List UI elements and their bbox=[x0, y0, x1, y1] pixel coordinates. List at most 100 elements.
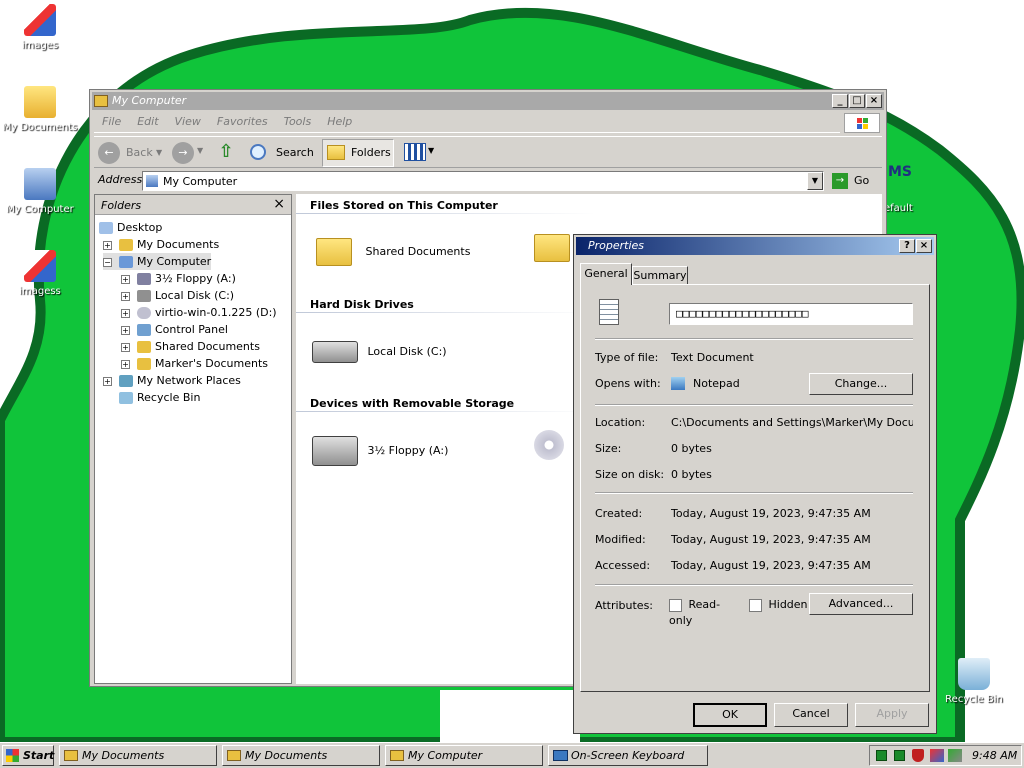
item-local-disk[interactable]: Local Disk (C:) bbox=[312, 332, 512, 372]
maximize-button[interactable]: □ bbox=[849, 94, 865, 108]
help-button[interactable]: ? bbox=[899, 239, 915, 253]
properties-titlebar[interactable]: Properties ? × bbox=[576, 237, 934, 255]
explorer-titlebar[interactable]: My Computer _ □ × bbox=[92, 92, 884, 110]
menu-file[interactable]: File bbox=[94, 113, 129, 130]
address-input[interactable]: My Computer ▼ bbox=[142, 171, 824, 191]
folder-icon bbox=[94, 95, 108, 107]
value-size: 0 bytes bbox=[671, 442, 712, 455]
folder-icon bbox=[137, 358, 151, 370]
folders-pane: Folders × Desktop + My Documents − My Comp… bbox=[94, 194, 292, 684]
go-button[interactable]: → Go bbox=[830, 170, 880, 192]
change-button[interactable]: Change... bbox=[809, 373, 913, 395]
folder-icon bbox=[64, 750, 78, 761]
minimize-button[interactable]: _ bbox=[832, 94, 848, 108]
system-tray: 9:48 AM bbox=[869, 745, 1022, 766]
tree-item-shared-documents[interactable]: + Shared Documents bbox=[121, 338, 260, 355]
item-shared-documents[interactable]: Shared Documents bbox=[316, 232, 516, 272]
hidden-checkbox[interactable]: Hidden bbox=[749, 597, 809, 613]
search-button[interactable]: Search bbox=[246, 140, 318, 166]
text-file-icon bbox=[599, 299, 619, 325]
item-partial-folder[interactable] bbox=[534, 234, 574, 270]
taskbar: Start My Documents My Documents My Compu… bbox=[0, 742, 1024, 768]
security-shield-icon[interactable] bbox=[912, 749, 924, 762]
desktop-icon-my-documents[interactable]: My Documents bbox=[0, 86, 80, 133]
apply-button[interactable]: Apply bbox=[855, 703, 929, 727]
expand-icon[interactable]: + bbox=[121, 359, 130, 369]
tray-app-icon[interactable] bbox=[930, 749, 944, 762]
checkbox-unchecked-icon bbox=[669, 598, 682, 612]
menu-favorites[interactable]: Favorites bbox=[209, 113, 276, 130]
readonly-checkbox[interactable]: Read-only bbox=[669, 597, 741, 627]
address-dropdown-button[interactable]: ▼ bbox=[807, 172, 823, 190]
taskbar-item-my-computer[interactable]: My Computer bbox=[385, 745, 543, 766]
folder-icon bbox=[227, 750, 241, 761]
close-button[interactable]: × bbox=[866, 94, 882, 108]
network-status-icon[interactable] bbox=[894, 750, 905, 761]
folder-icon bbox=[327, 145, 345, 160]
expand-icon[interactable]: + bbox=[103, 240, 112, 250]
tree-item-desktop[interactable]: Desktop bbox=[99, 219, 162, 236]
menu-tools[interactable]: Tools bbox=[276, 113, 320, 130]
expand-icon[interactable]: + bbox=[121, 342, 130, 352]
taskbar-item-on-screen-keyboard[interactable]: On-Screen Keyboard bbox=[548, 745, 708, 766]
forward-button[interactable]: → ▼ bbox=[172, 142, 206, 164]
start-button[interactable]: Start bbox=[2, 745, 54, 766]
clock[interactable]: 9:48 AM bbox=[972, 749, 1017, 762]
expand-icon[interactable]: + bbox=[121, 308, 130, 318]
desktop-icon-my-computer[interactable]: My Computer bbox=[0, 168, 80, 215]
hard-disk-icon bbox=[137, 290, 151, 302]
expand-icon[interactable]: + bbox=[121, 325, 130, 335]
advanced-button[interactable]: Advanced... bbox=[809, 593, 913, 615]
menu-edit[interactable]: Edit bbox=[129, 113, 166, 130]
tree-item-my-documents[interactable]: + My Documents bbox=[103, 236, 219, 253]
menu-view[interactable]: View bbox=[167, 113, 209, 130]
my-computer-icon bbox=[119, 256, 133, 268]
folders-button[interactable]: Folders bbox=[322, 139, 394, 167]
desktop-icon-recycle-bin[interactable]: Recycle Bin bbox=[934, 658, 1014, 705]
collapse-icon[interactable]: − bbox=[103, 257, 112, 267]
expand-icon[interactable]: + bbox=[121, 291, 130, 301]
tree-item-virtio[interactable]: + virtio-win-0.1.225 (D:) bbox=[121, 304, 277, 321]
tree-item-recycle-bin[interactable]: Recycle Bin bbox=[119, 389, 200, 406]
tree-item-my-computer[interactable]: − My Computer bbox=[103, 253, 212, 270]
cancel-button[interactable]: Cancel bbox=[774, 703, 848, 727]
tree-item-markers-documents[interactable]: + Marker's Documents bbox=[121, 355, 268, 372]
tree-item-local-disk[interactable]: + Local Disk (C:) bbox=[121, 287, 234, 304]
file-name-input[interactable]: □□□□□□□□□□□□□□□□□□□□ bbox=[669, 303, 913, 325]
tab-general[interactable]: General bbox=[580, 263, 632, 285]
ok-button[interactable]: OK bbox=[693, 703, 767, 727]
tree-item-floppy[interactable]: +3½ Floppy (A:) bbox=[121, 270, 236, 287]
network-icon bbox=[119, 375, 133, 387]
folder-icon bbox=[316, 238, 352, 266]
tree-item-network[interactable]: + My Network Places bbox=[103, 372, 241, 389]
label-accessed: Accessed: bbox=[595, 559, 651, 572]
floppy-drive-icon bbox=[312, 436, 358, 466]
menu-help[interactable]: Help bbox=[319, 113, 360, 130]
tray-app-icon[interactable] bbox=[948, 749, 962, 762]
properties-dialog[interactable]: Properties ? × General Summary □□□□□□□□□… bbox=[573, 234, 937, 734]
partial-desktop-label: MS bbox=[888, 164, 913, 180]
views-button[interactable]: ▼ bbox=[402, 141, 438, 165]
close-button[interactable]: × bbox=[916, 239, 932, 253]
tab-summary[interactable]: Summary bbox=[632, 266, 688, 284]
network-status-icon[interactable] bbox=[876, 750, 887, 761]
my-documents-icon bbox=[24, 86, 56, 118]
desktop-icon-images[interactable]: images bbox=[0, 4, 80, 51]
taskbar-item-my-documents[interactable]: My Documents bbox=[59, 745, 217, 766]
desktop-icon-imagess[interactable]: imagess bbox=[0, 250, 80, 297]
close-pane-button[interactable]: × bbox=[273, 196, 285, 212]
address-label: Address bbox=[98, 173, 143, 186]
partial-desktop-label: efault bbox=[884, 203, 913, 214]
back-button[interactable]: ← Back ▼ bbox=[98, 142, 168, 164]
tab-panel-general: □□□□□□□□□□□□□□□□□□□□ Type of file: Text … bbox=[580, 284, 930, 692]
expand-icon[interactable]: + bbox=[103, 376, 112, 386]
taskbar-item-my-documents-2[interactable]: My Documents bbox=[222, 745, 380, 766]
up-folder-button[interactable]: ⇧ bbox=[214, 141, 238, 165]
value-modified: Today, August 19, 2023, 9:47:35 AM bbox=[671, 533, 871, 546]
label-size: Size: bbox=[595, 442, 622, 455]
item-cd-drive[interactable] bbox=[530, 430, 570, 470]
tree-item-control-panel[interactable]: + Control Panel bbox=[121, 321, 228, 338]
expand-icon[interactable]: + bbox=[121, 274, 130, 284]
standard-toolbar: ← Back ▼ → ▼ ⇧ Search Folders ▼ bbox=[94, 136, 882, 168]
item-floppy[interactable]: 3½ Floppy (A:) bbox=[312, 428, 512, 474]
